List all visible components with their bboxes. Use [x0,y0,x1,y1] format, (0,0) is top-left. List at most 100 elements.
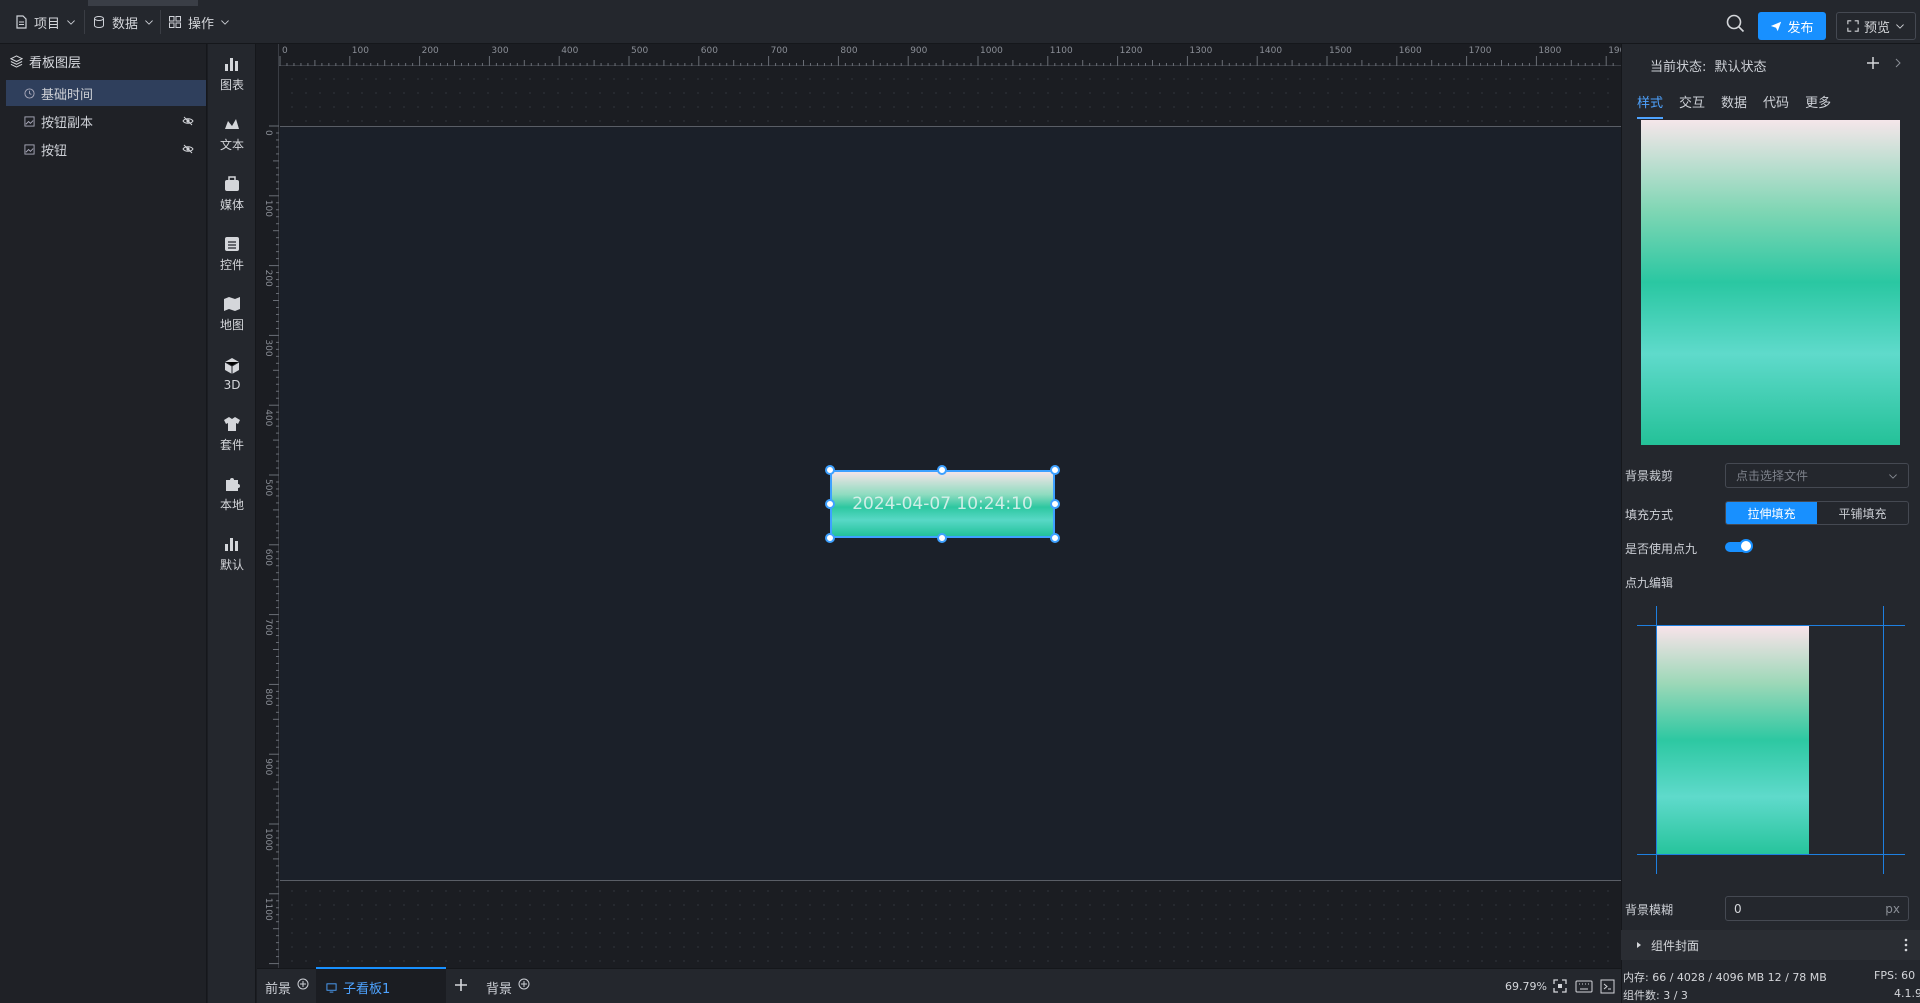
layer-item-button[interactable]: 按钮 [6,136,206,162]
background-image-preview[interactable] [1641,120,1900,445]
bg-blur-value: 0 [1734,901,1742,916]
layers-title: 看板图层 [10,52,81,71]
ruler-label: 1600 [1399,46,1422,56]
tab-sub-board[interactable]: 子看板1 [326,978,390,997]
tool-map[interactable]: 地图 [208,288,256,340]
vertical-ruler: 0 100 200 300 400 500 600 700 800 900 1000 1100 [257,44,279,968]
ruler-label: 400 [263,409,273,426]
text-icon [225,119,239,129]
fill-tile-option[interactable]: 平铺填充 [1817,502,1908,524]
preview-button[interactable]: 预览 [1836,12,1916,40]
tool-label: 本地 [219,498,244,512]
tab-background-label: 背景 [486,982,513,997]
zoom-level[interactable]: 69.79% [1505,980,1547,993]
tool-kit[interactable]: 套件 [208,408,256,460]
fullscreen-icon [1847,20,1859,32]
caret-right-icon [1637,942,1641,948]
map-icon [224,297,240,311]
layer-item-button-copy[interactable]: 按钮副本 [6,108,206,134]
resize-handle[interactable] [937,533,947,543]
tab-data[interactable]: 数据 [1721,92,1747,119]
resize-handle[interactable] [825,465,835,475]
monitor-icon [326,983,337,993]
tool-label: 图表 [219,78,244,92]
resize-handle[interactable] [825,533,835,543]
ruler-label: 500 [263,479,273,496]
bg-clip-label: 背景裁剪 [1625,469,1674,483]
bg-file-placeholder: 点击选择文件 [1736,469,1809,483]
tab-foreground[interactable]: 前景 [265,978,309,997]
keyboard-icon[interactable] [1575,980,1593,993]
tool-text[interactable]: 文本 [208,108,256,160]
chevron-right-icon[interactable] [1894,58,1902,68]
tab-background[interactable]: 背景 [486,978,530,997]
add-state-icon[interactable] [1866,56,1880,70]
tool-3d[interactable]: 3D [208,348,256,400]
component-count: 组件数: 3 / 3 [1623,989,1688,1002]
tool-label: 默认 [219,558,244,572]
menu-divider [84,10,85,34]
menu-project[interactable]: 项目 [8,8,82,36]
version-label: 4.1.9 [1894,987,1920,1000]
menu-data[interactable]: 数据 [86,8,160,36]
tab-code[interactable]: 代码 [1763,92,1789,119]
search-icon[interactable] [1724,12,1746,34]
more-vertical-icon[interactable] [1904,938,1908,952]
tab-interaction[interactable]: 交互 [1679,92,1705,119]
nine-patch-guide-bottom[interactable] [1637,854,1905,855]
ruler-label: 1400 [1259,46,1282,56]
component-cover-section[interactable]: 组件封面 [1621,930,1920,960]
fit-screen-icon[interactable] [1553,979,1567,993]
tab-foreground-label: 前景 [265,982,292,997]
ruler-label: 300 [263,339,273,356]
nine-patch-guide-left[interactable] [1656,606,1657,874]
tab-style[interactable]: 样式 [1637,92,1664,119]
terminal-icon[interactable] [1600,979,1615,994]
add-circle-icon[interactable] [297,978,309,990]
bar-chart-icon [225,58,238,71]
bg-blur-input[interactable]: 0 px [1725,896,1909,921]
control-icon [225,237,239,251]
resize-handle[interactable] [1050,465,1060,475]
resize-handle[interactable] [937,465,947,475]
media-icon [225,176,239,191]
resize-handle[interactable] [1050,533,1060,543]
resize-handle[interactable] [825,499,835,509]
bg-blur-unit: px [1885,901,1900,916]
ruler-label: 1900 [1608,46,1621,56]
fps-status: FPS: 60 [1874,969,1916,982]
eye-hidden-icon[interactable] [182,143,194,155]
state-value[interactable]: 默认状态 [1715,60,1767,75]
ruler-label: 100 [263,200,273,217]
tab-sub-board-label: 子看板1 [343,982,391,997]
tool-media[interactable]: 媒体 [208,168,256,220]
layer-item-label: 按钮 [41,143,68,159]
bg-blur-label: 背景模糊 [1625,903,1674,917]
tab-more[interactable]: 更多 [1805,92,1831,119]
tool-local[interactable]: 本地 [208,468,256,520]
menu-operations[interactable]: 操作 [162,8,236,36]
tool-default[interactable]: 默认 [208,528,256,580]
fill-stretch-option[interactable]: 拉伸填充 [1726,502,1817,524]
tool-chart[interactable]: 图表 [208,48,256,100]
add-circle-icon[interactable] [518,978,530,990]
layer-item-basic-time[interactable]: 基础时间 [6,80,206,106]
bar-chart-icon [225,538,238,551]
resize-handle[interactable] [1050,499,1060,509]
nine-patch-guide-right[interactable] [1883,606,1884,874]
ruler-label: 1700 [1469,46,1492,56]
publish-label: 发布 [1787,20,1814,36]
bg-file-select[interactable]: 点击选择文件 [1725,463,1909,488]
menu-divider [160,10,161,34]
eye-hidden-icon[interactable] [182,115,194,127]
horizontal-ruler: 0 100 200 300 400 500 600 700 800 900 1000 1100 1200… [257,44,1631,66]
nine-patch-guide-top[interactable] [1637,625,1905,626]
fill-mode-label: 填充方式 [1625,508,1674,522]
publish-button[interactable]: 发布 [1758,12,1826,40]
ruler-label: 1100 [263,898,273,921]
tool-control[interactable]: 控件 [208,228,256,280]
ruler-label: 300 [491,46,508,56]
menu-data-label: 数据 [112,16,139,32]
add-icon[interactable] [454,978,468,992]
nine-patch-image [1657,626,1809,854]
